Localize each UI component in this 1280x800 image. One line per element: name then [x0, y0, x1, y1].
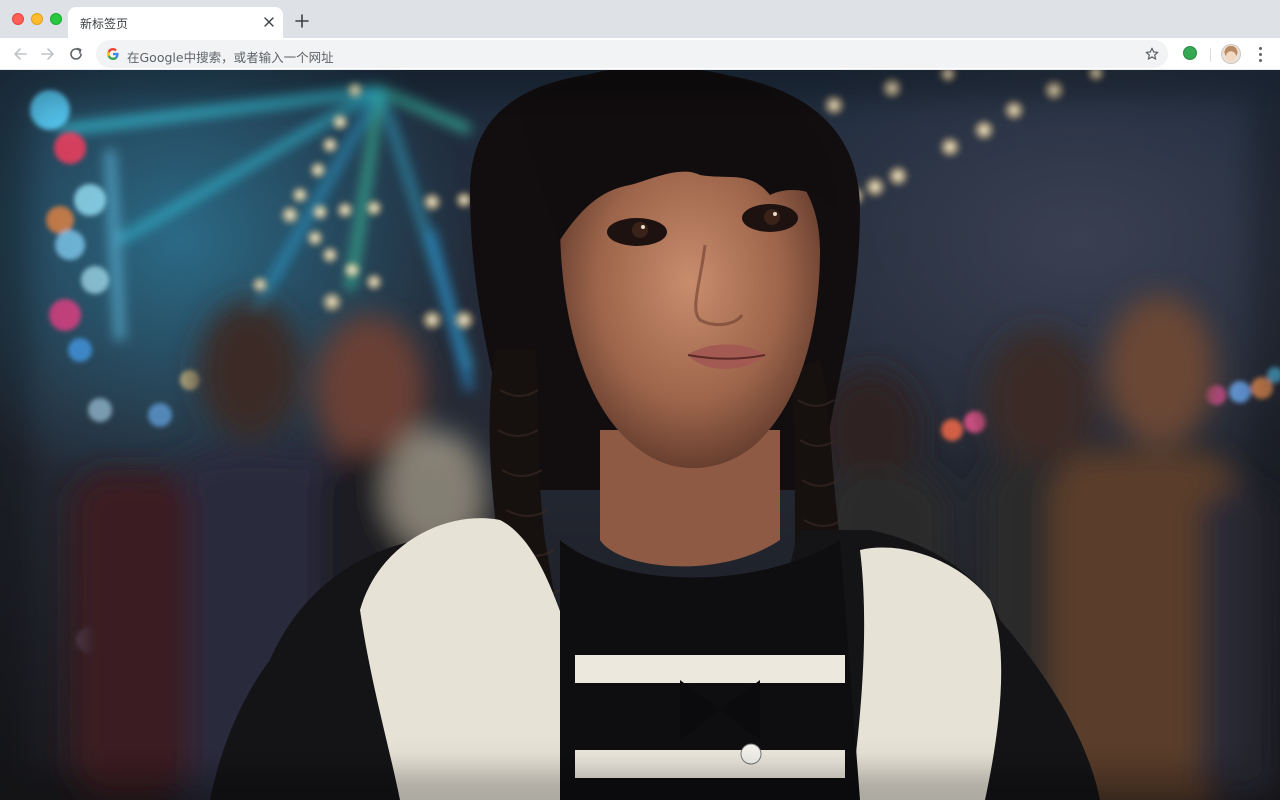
window-maximize-button[interactable]: [50, 13, 62, 25]
star-icon[interactable]: [1144, 46, 1160, 62]
browser-window: 新标签页 在Google中搜索，或者输入一个网址: [0, 0, 1280, 800]
toolbar-divider: [1210, 48, 1211, 62]
window-minimize-button[interactable]: [31, 13, 43, 25]
arrow-left-icon[interactable]: [8, 42, 32, 66]
extension-icon[interactable]: [1183, 46, 1197, 60]
google-g-icon: [107, 47, 119, 60]
tab-title: 新标签页: [80, 17, 129, 31]
wallpaper-photo: [0, 70, 1280, 800]
window-close-button[interactable]: [12, 13, 24, 25]
arrow-right-icon[interactable]: [36, 42, 60, 66]
tab-new-tab[interactable]: 新标签页: [68, 7, 283, 38]
toolbar: 在Google中搜索，或者输入一个网址: [0, 38, 1280, 70]
avatar[interactable]: [1221, 44, 1241, 64]
new-tab-wallpaper: [0, 70, 1280, 800]
address-bar-placeholder: 在Google中搜索，或者输入一个网址: [127, 50, 334, 65]
three-dots-menu-icon[interactable]: [1252, 45, 1268, 63]
reload-icon[interactable]: [64, 42, 88, 66]
tab-strip: 新标签页: [0, 0, 1280, 38]
address-bar[interactable]: 在Google中搜索，或者输入一个网址: [96, 40, 1168, 68]
plus-icon[interactable]: [292, 11, 312, 31]
close-icon[interactable]: [261, 14, 277, 30]
